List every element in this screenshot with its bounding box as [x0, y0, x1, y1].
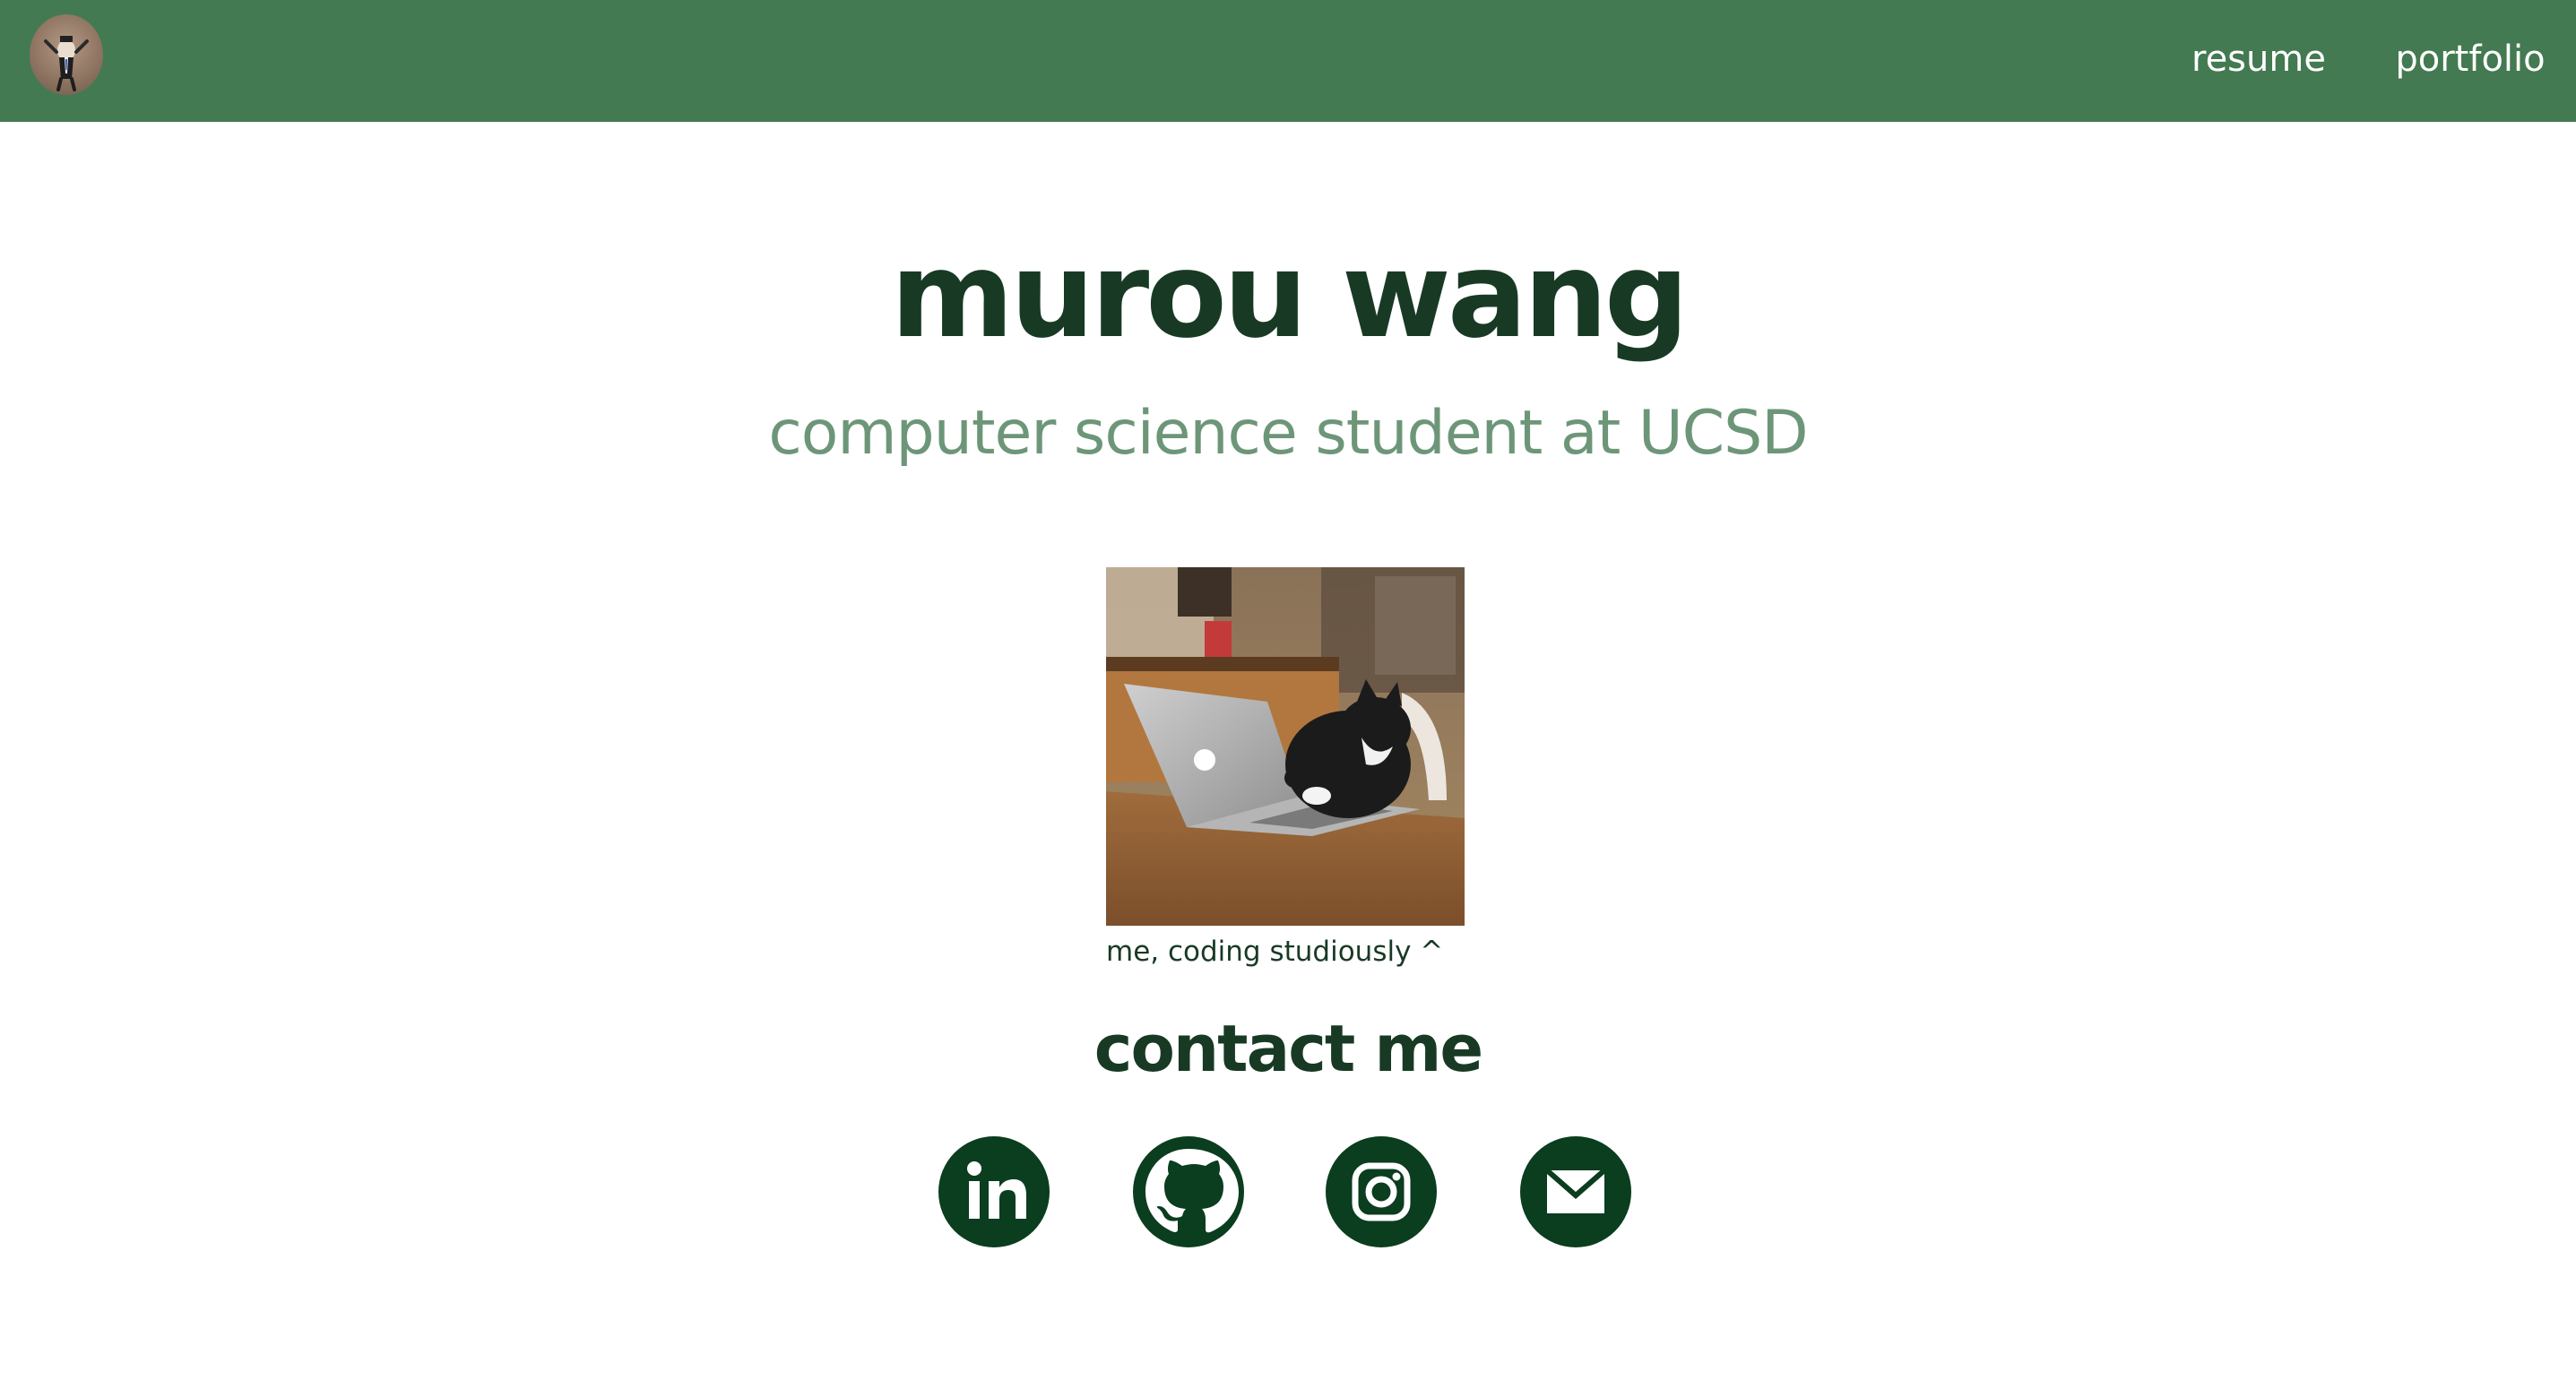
linkedin-icon[interactable]	[938, 1136, 1050, 1247]
github-icon[interactable]	[1133, 1136, 1244, 1247]
avatar-illustration	[44, 36, 89, 91]
navbar: resume portfolio	[0, 0, 2576, 122]
contact-heading: contact me	[1094, 1011, 1483, 1086]
email-icon[interactable]	[1520, 1136, 1631, 1247]
nav-link-resume[interactable]: resume	[2191, 34, 2326, 84]
cat-coding-image	[1106, 567, 1465, 926]
photo-caption: me, coding studiously ^	[1106, 936, 1444, 968]
nav-link-portfolio[interactable]: portfolio	[2395, 34, 2546, 84]
profile-avatar-icon[interactable]	[30, 14, 103, 95]
page-title: murou wang	[890, 227, 1690, 365]
page-subtitle: computer science student at UCSD	[768, 398, 1808, 469]
instagram-icon[interactable]	[1326, 1136, 1437, 1247]
